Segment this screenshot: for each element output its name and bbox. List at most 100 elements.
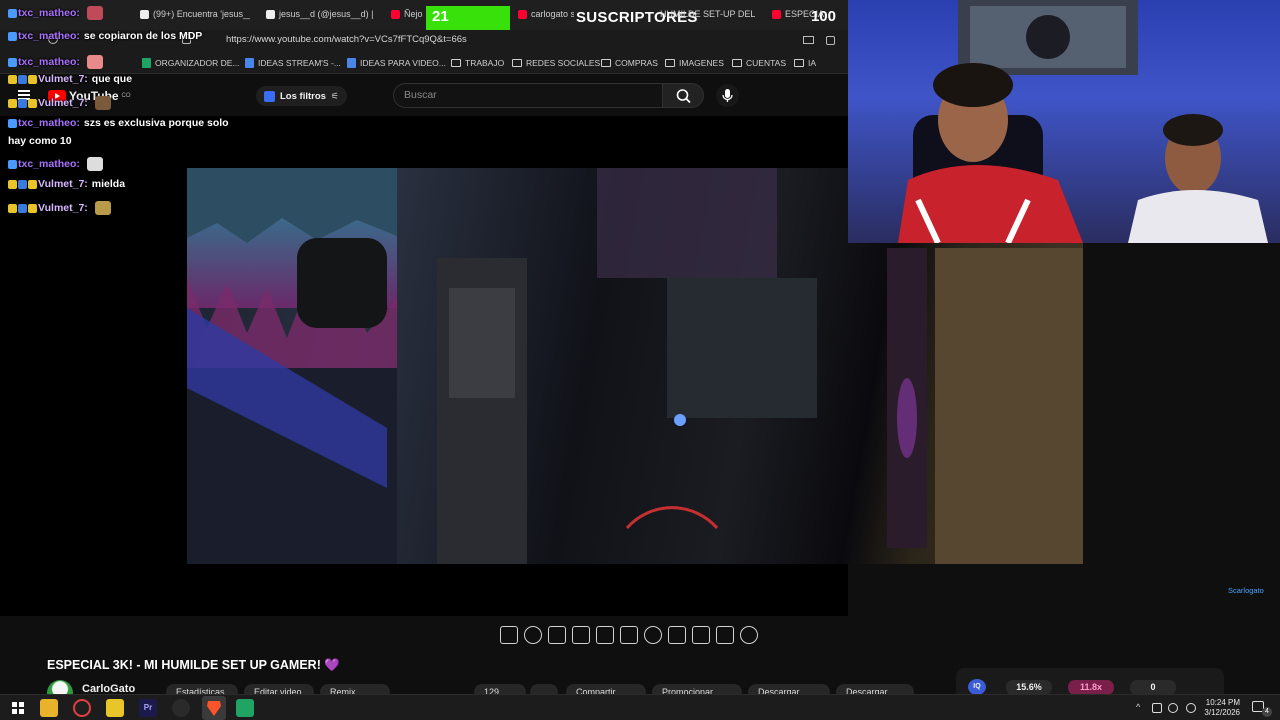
network-icon[interactable] bbox=[1152, 703, 1162, 713]
subscriber-count: 21 bbox=[432, 8, 449, 25]
channel-watermark: Scarlogato bbox=[1228, 586, 1264, 595]
chat-emote-icon bbox=[94, 96, 111, 110]
video-title: ESPECIAL 3K! - MI HUMILDE SET UP GAMER! … bbox=[47, 658, 340, 672]
chat-message: txc_matheo: szs es exclusiva porque solo bbox=[8, 117, 229, 129]
folder-icon bbox=[732, 59, 742, 67]
notification-count: 4 bbox=[1262, 707, 1272, 717]
chat-badges bbox=[8, 202, 38, 214]
chat-username: Vulmet_7: bbox=[38, 96, 88, 109]
loop-icon[interactable] bbox=[500, 626, 518, 644]
chat-message: txc_matheo: bbox=[8, 6, 103, 20]
browser-tab[interactable]: carlogato se bbox=[518, 6, 574, 22]
filters-button[interactable]: Los filtros ⚟ bbox=[256, 86, 347, 106]
webcam-scene bbox=[898, 0, 1268, 243]
volume-icon[interactable] bbox=[1168, 703, 1178, 713]
chat-badges bbox=[8, 56, 18, 68]
chat-message: hay como 10 bbox=[8, 135, 72, 147]
share-icon[interactable] bbox=[826, 36, 835, 45]
chat-text: se copiaron de los MDP bbox=[83, 30, 203, 42]
chat-text: szs es exclusiva porque solo bbox=[83, 117, 229, 129]
windows-start-icon[interactable] bbox=[9, 699, 27, 717]
chat-badge-icon bbox=[18, 74, 27, 84]
bookmarks-bar: ORGANIZADOR DE... IDEAS STREAM'S -... ID… bbox=[0, 52, 848, 74]
add-icon[interactable] bbox=[668, 626, 686, 644]
folder-icon bbox=[512, 59, 522, 67]
bookmark-item[interactable]: IDEAS STREAM'S -... bbox=[245, 58, 341, 68]
chat-message: txc_matheo: bbox=[8, 55, 103, 69]
chat-message: Vulmet_7: bbox=[8, 201, 111, 215]
chat-text: mielda bbox=[91, 178, 126, 190]
sticky-notes-icon[interactable] bbox=[106, 699, 124, 717]
chat-text: que que bbox=[91, 73, 133, 85]
settings-gear-icon[interactable] bbox=[740, 626, 758, 644]
browser-tab[interactable]: Ñejo bbox=[391, 6, 425, 22]
url-text[interactable]: https://www.youtube.com/watch?v=VCs7fFTC… bbox=[226, 34, 467, 45]
chat-badges bbox=[8, 178, 38, 190]
chat-badge-icon bbox=[8, 203, 17, 213]
folder-icon bbox=[794, 59, 804, 67]
player-extension-toolbar bbox=[500, 624, 770, 646]
chat-text: hay como 10 bbox=[8, 135, 72, 147]
chat-badge-icon bbox=[8, 8, 17, 18]
chat-badge-icon bbox=[8, 98, 17, 108]
capcut-icon[interactable] bbox=[172, 699, 190, 717]
chat-emote-icon bbox=[86, 6, 103, 20]
gpu-usage: 11.8x bbox=[1068, 680, 1114, 695]
webcam-overlay bbox=[848, 0, 1280, 243]
speed-icon[interactable] bbox=[644, 626, 662, 644]
chat-badge-icon bbox=[28, 203, 37, 213]
chat-message: Vulmet_7: que que bbox=[8, 73, 132, 85]
flask-icon[interactable] bbox=[716, 626, 734, 644]
chat-badge-icon bbox=[28, 74, 37, 84]
browser-tab[interactable]: jesus__d (@jesus__d) | Tik bbox=[266, 6, 376, 22]
browser-tab[interactable]: HUMILDE SET-UP DEL bbox=[660, 6, 755, 22]
bookmark-item[interactable]: IDEAS PARA VIDEO... bbox=[347, 58, 446, 68]
folder-icon bbox=[601, 59, 611, 67]
chat-badge-icon bbox=[8, 159, 17, 169]
chat-badge-icon bbox=[8, 57, 17, 67]
doc-icon bbox=[347, 58, 356, 68]
chat-badges bbox=[8, 158, 18, 170]
filmstrip-icon[interactable] bbox=[620, 626, 638, 644]
bookmark-folder[interactable]: CUENTAS bbox=[732, 58, 786, 68]
chevron-up-icon[interactable]: ^ bbox=[1136, 702, 1140, 712]
chat-username: txc_matheo: bbox=[18, 6, 80, 19]
audio-icon[interactable] bbox=[524, 626, 542, 644]
browser-tab-active[interactable]: ESPECIA bbox=[772, 6, 832, 22]
bookmark-folder[interactable]: IA bbox=[794, 58, 816, 68]
file-explorer-icon[interactable] bbox=[40, 699, 58, 717]
chrome-icon[interactable] bbox=[73, 699, 91, 717]
subtitles-icon[interactable] bbox=[548, 626, 566, 644]
chat-badge-icon bbox=[8, 118, 17, 128]
folder-icon bbox=[665, 59, 675, 67]
chat-username: Vulmet_7: bbox=[38, 178, 88, 190]
premiere-icon[interactable]: Pr bbox=[139, 699, 157, 717]
screenshot-icon[interactable] bbox=[692, 626, 710, 644]
windows-taskbar: Pr ^ 10:24 PM 3/12/2026 4 bbox=[0, 694, 1280, 720]
sheet-icon bbox=[142, 58, 151, 68]
bookmark-item[interactable]: ORGANIZADOR DE... bbox=[142, 58, 240, 68]
chat-message: txc_matheo: se copiaron de los MDP bbox=[8, 30, 202, 42]
chat-badges bbox=[8, 117, 18, 129]
clip-icon[interactable] bbox=[572, 626, 590, 644]
chat-username: txc_matheo: bbox=[18, 55, 80, 68]
chat-badge-icon bbox=[28, 98, 37, 108]
chat-emote-icon bbox=[86, 55, 103, 69]
voice-search-button[interactable] bbox=[716, 84, 739, 107]
sheets-icon[interactable] bbox=[236, 699, 254, 717]
search-button[interactable] bbox=[662, 83, 704, 108]
chat-username: txc_matheo: bbox=[18, 30, 80, 42]
theater-mode-icon[interactable] bbox=[596, 626, 614, 644]
bookmark-folder[interactable]: TRABAJO bbox=[451, 58, 504, 68]
browser-tab[interactable]: (99+) Encuentra 'jesus__d' bbox=[140, 6, 250, 22]
counter-value: 0 bbox=[1130, 680, 1176, 695]
settings-tray-icon[interactable] bbox=[1186, 703, 1196, 713]
pip-icon[interactable] bbox=[803, 36, 814, 44]
brave-active-icon[interactable] bbox=[202, 696, 226, 720]
youtube-icon bbox=[518, 9, 527, 19]
bookmark-folder[interactable]: COMPRAS bbox=[601, 58, 658, 68]
search-input[interactable]: Buscar bbox=[393, 83, 663, 108]
system-clock[interactable]: 10:24 PM 3/12/2026 bbox=[1204, 698, 1240, 718]
bookmark-folder[interactable]: IMAGENES bbox=[665, 58, 724, 68]
bookmark-folder[interactable]: REDES SOCIALES bbox=[512, 58, 600, 68]
